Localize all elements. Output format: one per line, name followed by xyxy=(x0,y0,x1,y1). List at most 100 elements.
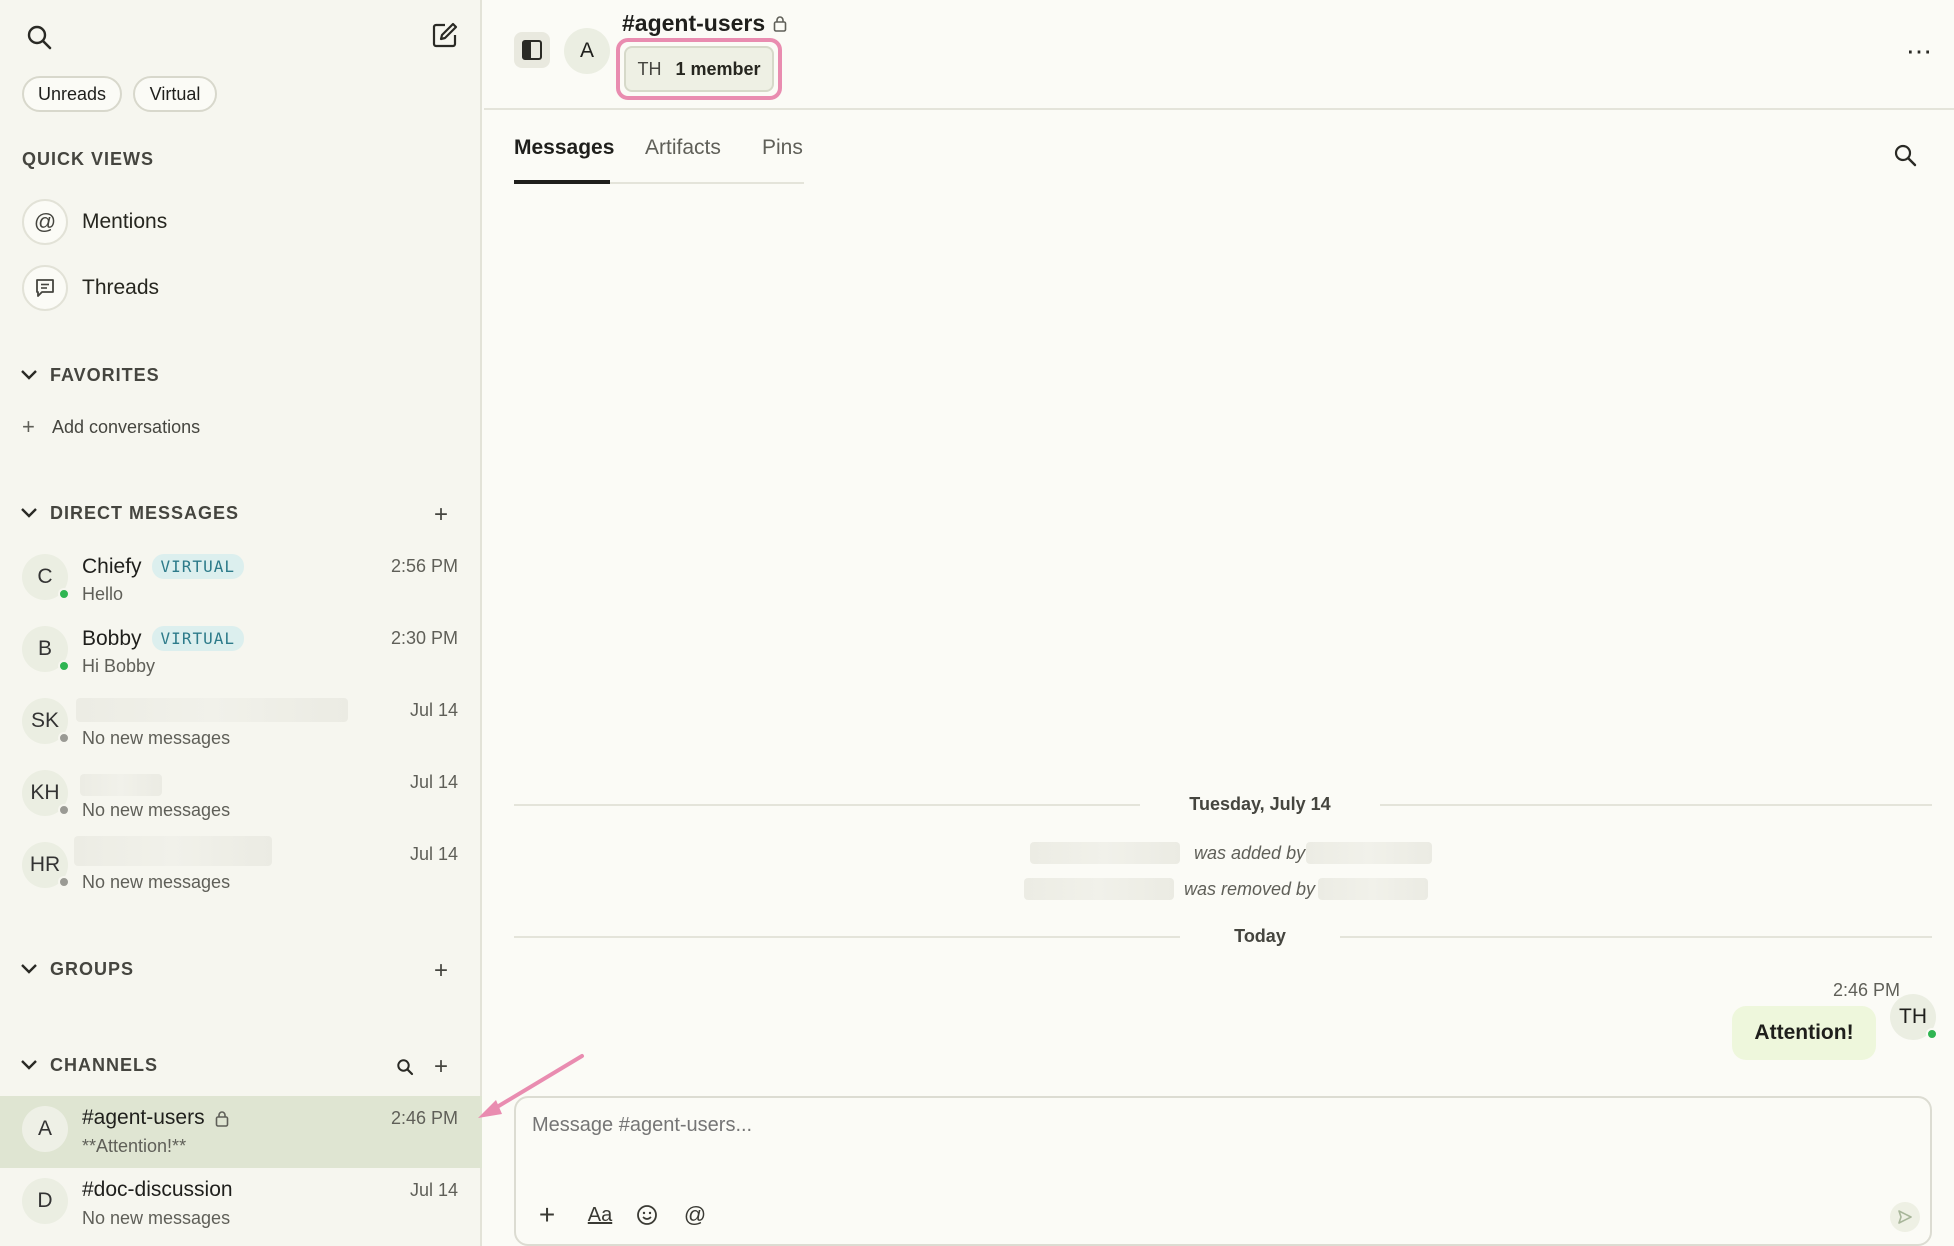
dm-row-bobby[interactable]: B Bobby VIRTUAL Hi Bobby 2:30 PM xyxy=(0,616,482,688)
filter-unreads[interactable]: Unreads xyxy=(22,76,122,112)
attach-plus-icon[interactable]: + xyxy=(532,1199,562,1230)
date-divider-label: Tuesday, July 14 xyxy=(1189,794,1331,814)
search-messages-icon[interactable] xyxy=(1888,138,1922,172)
dm-time: 2:30 PM xyxy=(390,628,458,648)
channel-title[interactable]: #agent-users xyxy=(622,10,787,37)
plus-icon: + xyxy=(433,957,448,984)
dm-time: Jul 14 xyxy=(409,772,458,792)
avatar: HR xyxy=(22,842,70,888)
quick-view-mentions[interactable]: @ Mentions xyxy=(22,199,167,245)
channel-row-agent-users[interactable]: A #agent-users **Attention!** 2:46 PM xyxy=(0,1096,482,1168)
add-conversations-label: Add conversations xyxy=(52,416,201,437)
channel-time: 2:46 PM xyxy=(390,1108,458,1128)
avatar-initials: HR xyxy=(29,853,61,876)
presence-indicator xyxy=(58,588,70,600)
chevron-down-icon xyxy=(18,1054,40,1076)
tab-artifacts[interactable]: Artifacts xyxy=(645,136,721,160)
add-dm-button[interactable]: + xyxy=(428,501,454,528)
tab-messages[interactable]: Messages xyxy=(514,136,614,160)
redacted-user xyxy=(1306,842,1432,864)
quick-view-threads[interactable]: Threads xyxy=(22,265,159,311)
avatar-initials: D xyxy=(37,1189,53,1212)
tab-pins[interactable]: Pins xyxy=(762,136,803,160)
lock-icon xyxy=(773,15,787,32)
dm-time: Jul 14 xyxy=(409,700,458,720)
toggle-sidebar-icon[interactable] xyxy=(514,32,550,68)
dm-row-kh[interactable]: KH No new messages Jul 14 xyxy=(0,760,482,832)
dm-name: Bobby VIRTUAL xyxy=(82,626,244,651)
quick-view-label: Mentions xyxy=(82,210,168,233)
chevron-down-icon xyxy=(18,364,40,386)
add-group-button[interactable]: + xyxy=(428,957,454,984)
redacted-name xyxy=(74,836,272,866)
message-bubble[interactable]: Attention! xyxy=(1732,1006,1876,1060)
channel-row-doc-discussion[interactable]: D #doc-discussion No new messages Jul 14 xyxy=(0,1168,482,1240)
members-button[interactable]: TH 1 member xyxy=(624,46,774,92)
dm-preview: Hello xyxy=(82,584,124,604)
compose-icon[interactable] xyxy=(428,18,462,52)
dm-preview: No new messages xyxy=(82,872,231,892)
dm-time: 2:56 PM xyxy=(390,556,458,576)
channel-avatar: A xyxy=(564,28,610,74)
channels-section-toggle[interactable]: CHANNELS xyxy=(18,1054,158,1076)
dm-row-hr[interactable]: HR No new messages Jul 14 xyxy=(0,832,482,904)
mention-icon[interactable]: @ xyxy=(680,1200,710,1230)
sidebar: Unreads Virtual QUICK VIEWS @ Mentions T… xyxy=(0,0,482,1246)
more-options-icon[interactable]: ⋯ xyxy=(1902,36,1938,66)
quick-view-label: Threads xyxy=(82,276,160,299)
main-panel: A #agent-users TH 1 member ⋯ Messages Ar… xyxy=(478,0,1954,1246)
member-avatar-initials: TH xyxy=(637,58,662,79)
date-divider-line xyxy=(1380,804,1932,806)
add-channel-button[interactable]: + xyxy=(428,1053,454,1080)
active-tab-indicator xyxy=(514,180,610,184)
search-channels-icon[interactable] xyxy=(392,1054,418,1080)
channel-name-text: #agent-users xyxy=(82,1106,205,1129)
presence-indicator xyxy=(1926,1028,1938,1040)
emoji-icon[interactable] xyxy=(632,1200,662,1230)
avatar-initials: C xyxy=(37,565,53,588)
chevron-down-icon xyxy=(18,958,40,980)
today-divider-label: Today xyxy=(1234,926,1286,946)
favorites-section-toggle[interactable]: FAVORITES xyxy=(18,364,160,386)
search-icon[interactable] xyxy=(22,20,56,54)
message-input[interactable] xyxy=(532,1114,1912,1174)
dm-row-sk[interactable]: SK No new messages Jul 14 xyxy=(0,688,482,760)
channel-name: #agent-users xyxy=(82,1106,229,1130)
channel-title-text: #agent-users xyxy=(622,10,766,36)
today-divider-line xyxy=(1340,936,1932,938)
presence-indicator xyxy=(58,660,70,672)
plus-icon: + xyxy=(22,414,35,439)
avatar-initials: KH xyxy=(30,781,60,804)
today-divider-line xyxy=(514,936,1180,938)
dm-name: Chiefy VIRTUAL xyxy=(82,554,244,579)
presence-indicator xyxy=(58,732,70,744)
format-text-button[interactable]: Aa xyxy=(580,1200,620,1230)
avatar: SK xyxy=(22,698,70,744)
sender-avatar: TH xyxy=(1890,994,1938,1040)
redacted-user xyxy=(1030,842,1180,864)
dm-preview: Hi Bobby xyxy=(82,656,156,676)
redacted-user xyxy=(1024,878,1174,900)
date-divider-line xyxy=(514,804,1140,806)
sender-initials: TH xyxy=(1899,1005,1927,1028)
threads-icon xyxy=(22,265,68,311)
favorites-title: FAVORITES xyxy=(50,364,160,385)
dm-time: Jul 14 xyxy=(409,844,458,864)
dm-row-chiefy[interactable]: C Chiefy VIRTUAL Hello 2:56 PM xyxy=(0,544,482,616)
chevron-down-icon xyxy=(18,502,40,524)
avatar: B xyxy=(22,626,70,672)
avatar-initials: SK xyxy=(30,709,59,732)
channel-name: #doc-discussion xyxy=(82,1178,233,1202)
groups-section-toggle[interactable]: GROUPS xyxy=(18,958,134,980)
presence-indicator xyxy=(58,876,70,888)
groups-title: GROUPS xyxy=(50,958,135,979)
send-icon[interactable] xyxy=(1890,1202,1920,1232)
system-event: was removed by xyxy=(1184,879,1316,899)
add-conversations-button[interactable]: + Add conversations xyxy=(22,414,200,440)
avatar: D xyxy=(22,1178,68,1224)
filter-virtual[interactable]: Virtual xyxy=(133,76,217,112)
direct-messages-section-toggle[interactable]: DIRECT MESSAGES xyxy=(18,502,239,524)
channel-time: Jul 14 xyxy=(409,1180,458,1200)
message-composer[interactable] xyxy=(514,1096,1932,1246)
member-count: 1 member xyxy=(675,58,761,79)
